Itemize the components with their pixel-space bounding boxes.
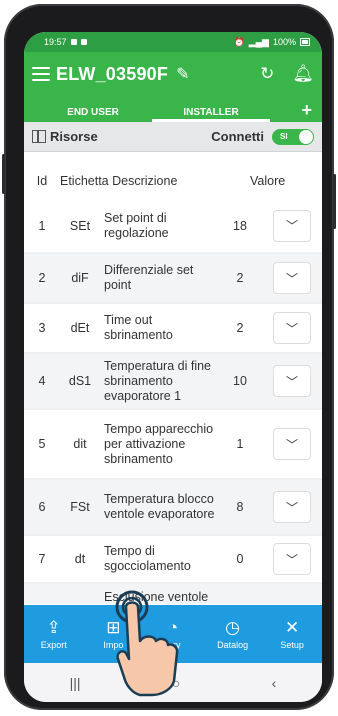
chevron-down-icon[interactable]: ﹀ (273, 428, 311, 460)
signal-icon: ▂▄▆ (248, 36, 269, 47)
chevron-down-icon[interactable]: ﹀ (273, 262, 311, 294)
chevron-down-icon[interactable]: ﹀ (273, 209, 311, 242)
recent-apps-icon[interactable]: ||| (70, 675, 81, 691)
row-description: Differenziale set point (104, 263, 194, 292)
row-label: dEt (70, 321, 90, 335)
row-label: dt (74, 552, 86, 566)
import-icon: ⊞ (106, 617, 121, 637)
chevron-down-icon[interactable]: ﹀ (273, 491, 311, 523)
status-bar: 19:57 ⏰ ▂▄▆ 100% (24, 32, 322, 52)
nav-export[interactable]: ⇪ Export (24, 605, 84, 663)
row-value: 0 (236, 552, 244, 566)
row-id: 1 (38, 218, 46, 233)
history-icon: ◔ (167, 617, 179, 637)
row-id: 4 (38, 374, 46, 388)
connect-toggle[interactable]: SI (272, 128, 314, 145)
header-id: Id (36, 174, 48, 188)
nav-label: Setup (280, 639, 304, 650)
row-value: 8 (236, 500, 244, 514)
table-row: 3 dEt Time out sbrinamento 2 ﹀ (24, 304, 322, 354)
app-bar: ELW_03590F ✎ ↻ 🔔︎ (24, 52, 322, 96)
home-icon[interactable]: ○ (172, 675, 180, 691)
header-value: Valore (250, 174, 286, 188)
app-screen: 19:57 ⏰ ▂▄▆ 100% ELW_03590F ✎ ↻ 🔔︎ END U… (24, 32, 322, 702)
nav-label: Impo (103, 639, 124, 650)
connect-label: Connetti (211, 129, 264, 144)
nav-label: Export (40, 639, 67, 650)
notification-icon (70, 39, 77, 45)
row-description: Tempo apparecchio per attivazione sbrina… (104, 421, 214, 466)
nav-history[interactable]: ◔ tory (143, 605, 203, 663)
system-nav-bar: ||| ○ ‹ (24, 663, 322, 702)
chevron-down-icon[interactable]: ﹀ (273, 365, 311, 397)
battery-icon (300, 38, 310, 46)
row-description: Tempo di sgocciolamento (104, 544, 191, 573)
row-label: FSt (70, 500, 90, 514)
table-row: 5 dit Tempo apparecchio per attivazione … (24, 410, 322, 480)
row-label: SEt (69, 218, 91, 233)
export-icon: ⇪ (46, 617, 61, 637)
nav-datalog[interactable]: ◷ Datalog (203, 605, 263, 663)
tab-installer[interactable]: INSTALLER (152, 107, 270, 122)
bottom-nav: ⇪ Export ⊞ Impo ◔ tory ◷ Datalog ✕ Setup (24, 605, 322, 663)
setup-icon: ✕ (285, 617, 300, 637)
row-id: 3 (38, 321, 46, 335)
row-id: 2 (38, 271, 46, 285)
row-description: Time out sbrinamento (104, 313, 173, 342)
add-tab-button[interactable]: + (301, 100, 312, 122)
edit-icon[interactable]: ✎ (176, 64, 189, 84)
nav-label: tory (165, 639, 181, 650)
table-header: Id Etichetta Descrizione Valore (24, 167, 322, 195)
nav-import[interactable]: ⊞ Impo (84, 605, 144, 663)
chevron-down-icon[interactable]: ﹀ (273, 543, 311, 575)
tab-bar: END USER INSTALLER + (24, 96, 322, 122)
row-label: diF (71, 271, 89, 285)
status-time: 19:57 (44, 37, 67, 47)
nav-setup[interactable]: ✕ Setup (262, 605, 322, 663)
book-icon (32, 130, 46, 143)
parameter-table: 1 SEt Set point di regolazione 18 ﹀ 2 di… (24, 199, 322, 604)
alarm-icon: ⏰ (233, 36, 245, 47)
volume-button (2, 154, 5, 194)
row-id: 5 (38, 437, 46, 451)
row-value: 10 (233, 374, 247, 388)
resources-label[interactable]: Risorse (50, 129, 98, 144)
resources-bar: Risorse Connetti SI (24, 122, 322, 152)
row-label: dit (73, 437, 87, 451)
row-description: Temperatura di fine sbrinamento evaporat… (104, 358, 212, 403)
device-name: ELW_03590F (56, 63, 169, 84)
row-description: Esclusione ventole (104, 590, 209, 604)
row-value: 18 (233, 218, 247, 233)
header-label-description: Etichetta Descrizione (60, 174, 178, 188)
row-value: 1 (236, 437, 244, 451)
row-id: 7 (38, 552, 46, 566)
refresh-icon[interactable]: ↻ (260, 64, 274, 84)
row-description: Set point di regolazione (104, 210, 169, 240)
table-row: 6 FSt Temperatura blocco ventole evapora… (24, 480, 322, 536)
nav-label: Datalog (217, 639, 249, 650)
bell-icon[interactable]: 🔔︎ (292, 64, 314, 84)
chevron-down-icon[interactable]: ﹀ (273, 312, 311, 344)
table-row: 7 dt Tempo di sgocciolamento 0 ﹀ (24, 536, 322, 584)
power-button (333, 174, 336, 229)
menu-icon[interactable] (32, 67, 50, 81)
tab-end-user[interactable]: END USER (34, 107, 152, 122)
table-row: 2 diF Differenziale set point 2 ﹀ (24, 254, 322, 304)
phone-frame: 19:57 ⏰ ▂▄▆ 100% ELW_03590F ✎ ↻ 🔔︎ END U… (2, 4, 336, 710)
toggle-value: SI (280, 132, 288, 141)
notification-icon (80, 39, 87, 45)
row-id: 6 (38, 500, 46, 514)
back-icon[interactable]: ‹ (272, 675, 277, 691)
row-value: 2 (236, 271, 244, 285)
row-value: 2 (236, 321, 244, 335)
row-description: Temperatura blocco ventole evaporatore (104, 492, 215, 521)
table-row: Esclusione ventole (24, 584, 322, 604)
row-label: dS1 (68, 374, 92, 388)
battery-percent: 100% (272, 37, 296, 47)
toggle-knob (299, 129, 313, 144)
datalog-icon: ◷ (225, 617, 240, 637)
table-row: 1 SEt Set point di regolazione 18 ﹀ (24, 199, 322, 254)
table-row: 4 dS1 Temperatura di fine sbrinamento ev… (24, 354, 322, 410)
